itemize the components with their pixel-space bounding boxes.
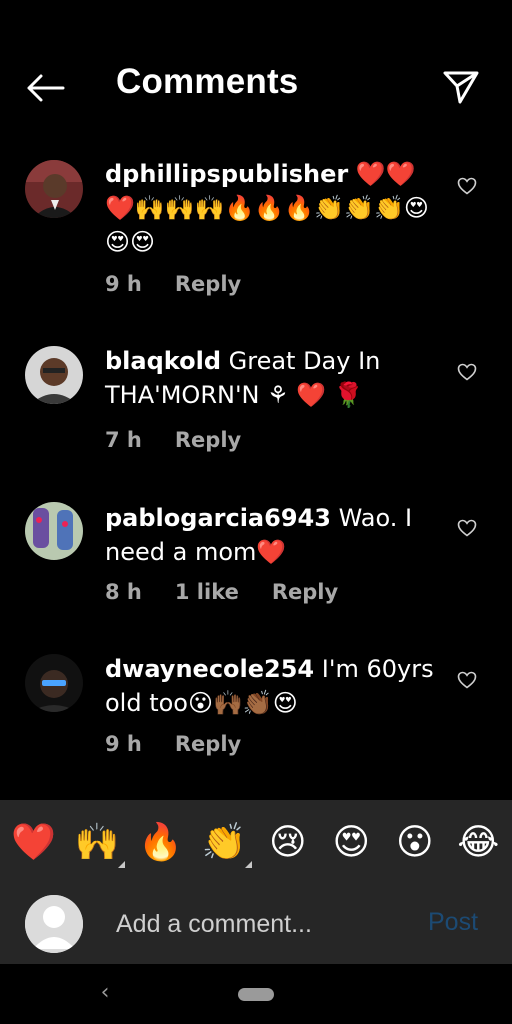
avatar[interactable] bbox=[25, 160, 83, 218]
emoji-button-surprised[interactable]: 😮 bbox=[389, 822, 441, 864]
reply-button[interactable]: Reply bbox=[272, 580, 338, 604]
like-button[interactable] bbox=[455, 174, 479, 198]
emoji-button-raised-hands[interactable]: 🙌 bbox=[71, 822, 126, 868]
emoji-button-fire[interactable]: 🔥 bbox=[135, 822, 187, 864]
comment-username[interactable]: dphillipspublisher bbox=[105, 160, 348, 188]
comment-time: 8 h bbox=[105, 580, 142, 604]
heart-icon bbox=[457, 519, 477, 537]
comment-time: 9 h bbox=[105, 272, 142, 296]
heart-icon bbox=[457, 671, 477, 689]
page-title: Comments bbox=[116, 62, 299, 101]
my-avatar bbox=[25, 895, 83, 953]
emoji-button-crying[interactable]: 😢 bbox=[262, 822, 314, 864]
comment-likes[interactable]: 1 like bbox=[175, 580, 239, 604]
comment-username[interactable]: blaqkold bbox=[105, 347, 221, 375]
paper-plane-icon bbox=[443, 71, 479, 104]
reply-button[interactable]: Reply bbox=[175, 732, 241, 756]
comment-meta: 8 h 1 like Reply bbox=[105, 580, 338, 604]
comment-meta: 9 h Reply bbox=[105, 732, 241, 756]
skin-tone-indicator-icon bbox=[245, 861, 253, 868]
avatar[interactable] bbox=[25, 502, 83, 560]
comment-composer: Post bbox=[0, 886, 512, 964]
emoji-button-heart[interactable]: ❤️ bbox=[8, 822, 60, 864]
skin-tone-indicator-icon bbox=[118, 861, 126, 868]
avatar[interactable] bbox=[25, 654, 83, 712]
emoji-glyph: 🙌 bbox=[74, 822, 120, 863]
comment-time: 9 h bbox=[105, 732, 142, 756]
comment-text: pablogarcia6943 Wao. I need a mom❤️ bbox=[105, 501, 440, 569]
emoji-button-heart-eyes[interactable]: 😍 bbox=[325, 822, 377, 864]
comment-text: dphillipspublisher ❤️❤️❤️🙌🙌🙌🔥🔥🔥👏👏👏😍😍😍 bbox=[105, 157, 440, 259]
comment-time: 7 h bbox=[105, 428, 142, 452]
emoji-quick-bar: ❤️ 🙌 🔥 👏 😢 😍 😮 😂 bbox=[0, 800, 512, 886]
heart-icon bbox=[457, 363, 477, 381]
header: Comments bbox=[0, 0, 512, 150]
share-button[interactable] bbox=[438, 64, 484, 110]
comment-input[interactable] bbox=[116, 904, 406, 944]
emoji-button-clap[interactable]: 👏 bbox=[198, 822, 253, 868]
arrow-left-icon bbox=[27, 74, 65, 102]
heart-icon bbox=[457, 177, 477, 195]
default-avatar-icon bbox=[25, 895, 83, 953]
system-back-icon[interactable]: ‹ bbox=[92, 980, 118, 1006]
like-button[interactable] bbox=[455, 360, 479, 384]
system-home-pill[interactable] bbox=[238, 988, 274, 1001]
emoji-glyph: 👏 bbox=[201, 822, 247, 863]
post-button[interactable]: Post bbox=[428, 908, 478, 937]
like-button[interactable] bbox=[455, 516, 479, 540]
comment-meta: 7 h Reply bbox=[105, 428, 241, 452]
comment-text: dwaynecole254 I'm 60yrs old too😮🙌🏾👏🏾😍 bbox=[105, 652, 440, 720]
avatar[interactable] bbox=[25, 346, 83, 404]
comment-username[interactable]: dwaynecole254 bbox=[105, 655, 314, 683]
reply-button[interactable]: Reply bbox=[175, 272, 241, 296]
emoji-button-laughing[interactable]: 😂 bbox=[452, 822, 504, 864]
reply-button[interactable]: Reply bbox=[175, 428, 241, 452]
comment-text: blaqkold Great Day In THA'MORN'N ⚘ ❤️ 🌹 bbox=[105, 344, 440, 412]
comment-username[interactable]: pablogarcia6943 bbox=[105, 504, 331, 532]
like-button[interactable] bbox=[455, 668, 479, 692]
back-button[interactable] bbox=[22, 66, 68, 110]
comment-meta: 9 h Reply bbox=[105, 272, 241, 296]
